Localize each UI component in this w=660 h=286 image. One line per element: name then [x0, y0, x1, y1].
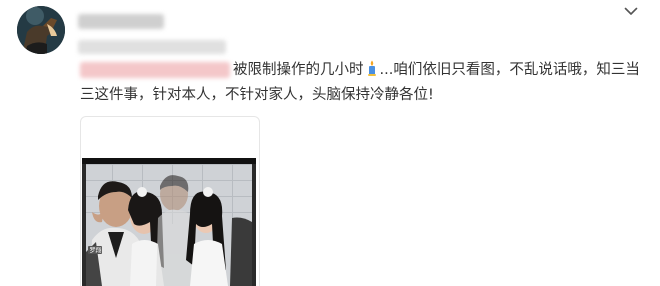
post-text-line-2: 三这件事，针对本人，不针对家人，头脑保持冷静各位! [80, 87, 434, 103]
photo-image: 罗翔 [82, 158, 256, 286]
post-text-part-2: ...咱们依旧只看图，不乱说话哦，知三当 [379, 62, 640, 78]
avatar-image [17, 6, 65, 54]
weibo-post: 被限制操作的几小时 ...咱们依旧只看图，不乱说话哦，知三当 三这件事，针对本人，… [0, 0, 660, 286]
username-redacted [78, 14, 164, 29]
avatar[interactable] [17, 6, 65, 54]
post-text-line-1: 被限制操作的几小时 ...咱们依旧只看图，不乱说话哦，知三当 [233, 60, 643, 80]
post-photo[interactable]: 罗翔 [82, 158, 256, 286]
chevron-down-icon [624, 7, 638, 15]
post-menu-button[interactable] [620, 4, 642, 18]
post-meta-redacted [78, 40, 226, 54]
candle-emoji-icon [367, 60, 376, 76]
mention-redacted [80, 62, 230, 78]
post-text-part-1: 被限制操作的几小时 [233, 62, 364, 78]
photo-watermark: 罗翔 [90, 247, 102, 255]
